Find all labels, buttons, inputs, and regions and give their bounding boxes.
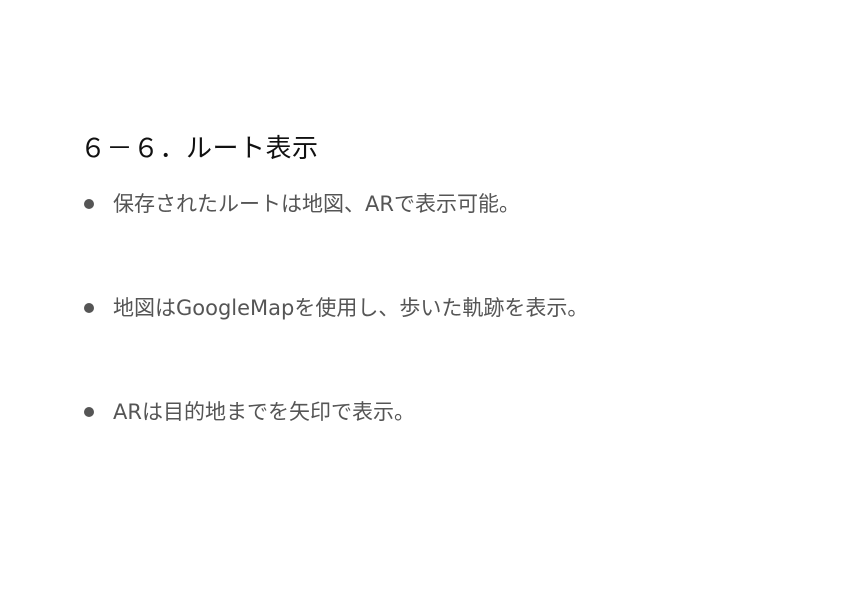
slide: ６－６．ルート表示 保存されたルートは地図、ARで表示可能。 地図はGoogle… [0,0,842,595]
bullet-dot-icon [84,303,94,313]
bullet-text: 保存されたルートは地図、ARで表示可能。 [113,192,520,216]
slide-title: ６－６．ルート表示 [80,134,319,164]
bullet-dot-icon [84,407,94,417]
bullet-text: ARは目的地までを矢印で表示。 [113,400,415,424]
bullet-text: 地図はGoogleMapを使用し、歩いた軌跡を表示。 [113,296,589,320]
bullet-dot-icon [84,199,94,209]
